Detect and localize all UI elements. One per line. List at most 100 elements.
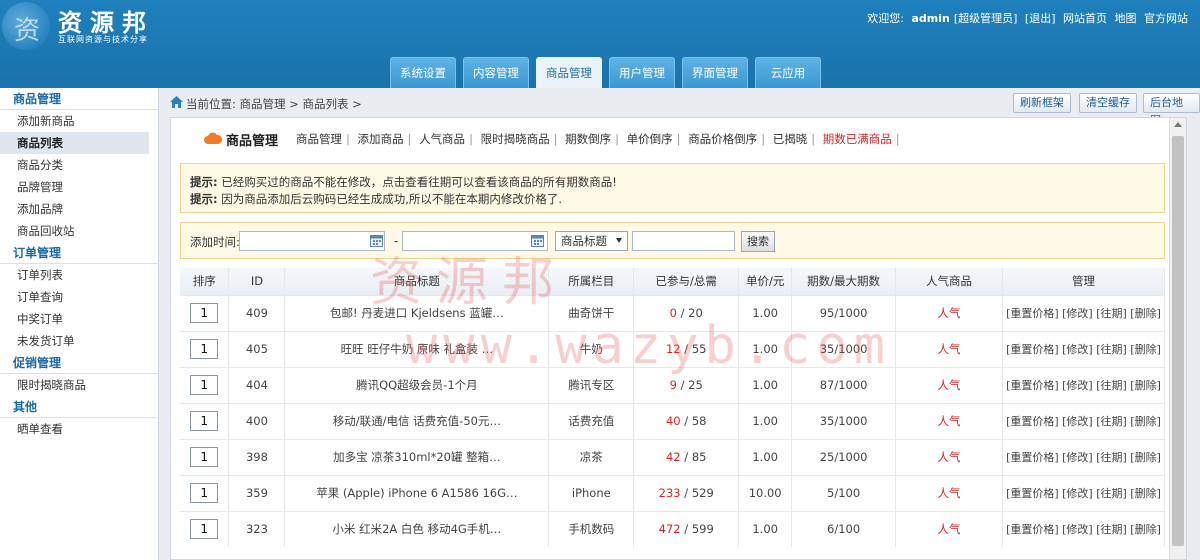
sort-order-input[interactable]: 1 (190, 375, 219, 395)
col-popular[interactable]: 人气商品 (895, 268, 1003, 295)
cloud-icon (204, 132, 222, 144)
sidebar-item-limited-reveal[interactable]: 限时揭晓商品 (0, 374, 158, 396)
participated-count: 40 (665, 414, 681, 428)
search-button[interactable]: 搜索 (741, 231, 775, 252)
search-field-select[interactable]: 商品标题 (555, 231, 628, 251)
chevron-down-icon (616, 238, 622, 243)
title-cell[interactable]: 旺旺 旺仔牛奶 原味 礼盒装 … (284, 330, 550, 367)
vertical-scrollbar[interactable] (1169, 118, 1186, 559)
clear-cache-button[interactable]: 清空缓存 (1079, 93, 1137, 113)
link-full-period[interactable]: 期数已满商品 (823, 132, 892, 146)
sidebar-item-unshipped-orders[interactable]: 未发货订单 (0, 330, 158, 352)
title-cell[interactable]: 苹果 (Apple) iPhone 6 A1586 16G… (284, 474, 550, 511)
link-revealed[interactable]: 已揭晓 (773, 132, 808, 146)
link-unit-price-desc[interactable]: 单价倒序 (627, 132, 673, 146)
link-limited-reveal[interactable]: 限时揭晓商品 (481, 132, 550, 146)
link-add-product[interactable]: 添加商品 (358, 132, 404, 146)
actions-cell[interactable]: [重置价格] [修改] [往期] [删除] (1002, 366, 1166, 403)
table-row: 1 400 移动/联通/电信 话费充值-50元… 话费充值 40 / 58 1.00 35/… (180, 402, 1166, 439)
actions-cell[interactable]: [重置价格] [修改] [往期] [删除] (1002, 474, 1166, 511)
total-count: 55 (691, 342, 707, 356)
tab-cloud-apps[interactable]: 云应用 (755, 57, 821, 88)
actions-cell[interactable]: [重置价格] [修改] [往期] [删除] (1002, 402, 1166, 439)
link-product-management[interactable]: 商品管理 (296, 132, 342, 146)
participated-count: 0 (669, 306, 677, 320)
actions-cell[interactable]: [重置价格] [修改] [往期] [删除] (1002, 438, 1166, 475)
title-cell[interactable]: 包邮! 丹麦进口 Kjeldsens 蓝罐… (284, 294, 550, 331)
sort-order-input[interactable]: 1 (190, 519, 219, 540)
logo-subtitle: 互联网资源与技术分享 (58, 35, 148, 44)
tab-system-settings[interactable]: 系统设置 (390, 57, 456, 88)
sidebar-item-add-product[interactable]: 添加新商品 (0, 110, 158, 132)
actions-cell[interactable]: [重置价格] [修改] [往期] [删除] (1002, 330, 1166, 367)
sidebar-item-recycle-bin[interactable]: 商品回收站 (0, 220, 158, 242)
tab-ui-management[interactable]: 界面管理 (682, 57, 748, 88)
sidebar-item-product-list[interactable]: 商品列表 (0, 132, 149, 154)
col-title[interactable]: 商品标题 (284, 268, 550, 295)
sort-order-input[interactable]: 1 (190, 411, 219, 431)
sidebar-group-products[interactable]: 商品管理 (0, 88, 158, 110)
sidebar-item-product-category[interactable]: 商品分类 (0, 154, 158, 176)
link-popular-products[interactable]: 人气商品 (419, 132, 465, 146)
tab-user-management[interactable]: 用户管理 (609, 57, 675, 88)
map-link[interactable]: 地图 (1115, 12, 1137, 25)
tab-content-management[interactable]: 内容管理 (463, 57, 529, 88)
popular-cell: 人气 (895, 366, 1003, 403)
calendar-icon[interactable] (531, 234, 544, 247)
popular-badge: 人气 (937, 378, 961, 392)
category-cell: iPhone (548, 474, 635, 511)
sort-order-input[interactable]: 1 (190, 339, 219, 359)
sort-order-input[interactable]: 1 (190, 303, 219, 323)
sort-order-input[interactable]: 1 (190, 483, 219, 503)
sidebar-group-other[interactable]: 其他 (0, 396, 158, 418)
sidebar-group-orders[interactable]: 订单管理 (0, 242, 158, 264)
col-participation[interactable]: 已参与/总需 (633, 268, 740, 295)
table-row: 1 359 苹果 (Apple) iPhone 6 A1586 16G… iPhone… (180, 474, 1166, 511)
sort-cell: 1 (180, 366, 230, 403)
title-cell[interactable]: 小米 红米2A 白色 移动4G手机… (284, 510, 550, 547)
sort-order-input[interactable]: 1 (190, 447, 219, 467)
unit-price-cell: 1.00 (738, 510, 793, 547)
link-price-desc[interactable]: 商品价格倒序 (688, 132, 757, 146)
category-cell: 牛奶 (548, 330, 635, 367)
scroll-up-arrow-icon[interactable] (1174, 122, 1182, 127)
site-home-link[interactable]: 网站首页 (1063, 12, 1107, 25)
participated-count: 42 (665, 450, 681, 464)
username: admin (911, 12, 950, 25)
calendar-icon[interactable] (370, 234, 383, 247)
admin-map-button[interactable]: 后台地图 (1143, 93, 1200, 127)
col-sort[interactable]: 排序 (180, 268, 230, 295)
title-cell[interactable]: 移动/联通/电信 话费充值-50元… (284, 402, 550, 439)
start-date-input[interactable] (239, 231, 385, 251)
total-count: 20 (688, 306, 703, 320)
col-unit-price[interactable]: 单价/元 (738, 268, 793, 295)
actions-cell[interactable]: [重置价格] [修改] [往期] [删除] (1002, 294, 1166, 331)
title-cell[interactable]: 加多宝 凉茶310ml*20罐 整箱… (284, 438, 550, 475)
participated-count: 9 (669, 378, 677, 392)
link-separator: | (676, 132, 681, 146)
actions-cell[interactable]: [重置价格] [修改] [往期] [删除] (1002, 510, 1166, 547)
col-category[interactable]: 所属栏目 (548, 268, 635, 295)
sidebar-item-add-brand[interactable]: 添加品牌 (0, 198, 158, 220)
logout-link[interactable]: [退出] (1025, 12, 1056, 25)
col-id[interactable]: ID (228, 268, 286, 295)
end-date-input[interactable] (402, 231, 548, 251)
title-cell[interactable]: 腾讯QQ超级会员-1个月 (284, 366, 550, 403)
official-site-link[interactable]: 官方网站 (1144, 12, 1188, 25)
scroll-thumb[interactable] (1172, 136, 1184, 546)
sidebar-item-brand-management[interactable]: 品牌管理 (0, 176, 158, 198)
keyword-input[interactable] (632, 231, 735, 251)
period-cell: 5/100 (791, 474, 897, 511)
sidebar-group-promotions[interactable]: 促销管理 (0, 352, 158, 374)
sidebar-item-winning-orders[interactable]: 中奖订单 (0, 308, 158, 330)
col-period[interactable]: 期数/最大期数 (791, 268, 897, 295)
tab-product-management[interactable]: 商品管理 (536, 57, 602, 88)
sidebar-item-show-orders[interactable]: 晒单查看 (0, 418, 158, 440)
refresh-frame-button[interactable]: 刷新框架 (1013, 93, 1071, 113)
link-separator: | (615, 132, 619, 146)
link-period-desc[interactable]: 期数倒序 (565, 132, 611, 146)
logo[interactable]: 资 资源邦 互联网资源与技术分享 (0, 0, 170, 56)
sidebar-item-order-query[interactable]: 订单查询 (0, 286, 158, 308)
sidebar-item-order-list[interactable]: 订单列表 (0, 264, 158, 286)
popular-cell: 人气 (895, 330, 1003, 367)
